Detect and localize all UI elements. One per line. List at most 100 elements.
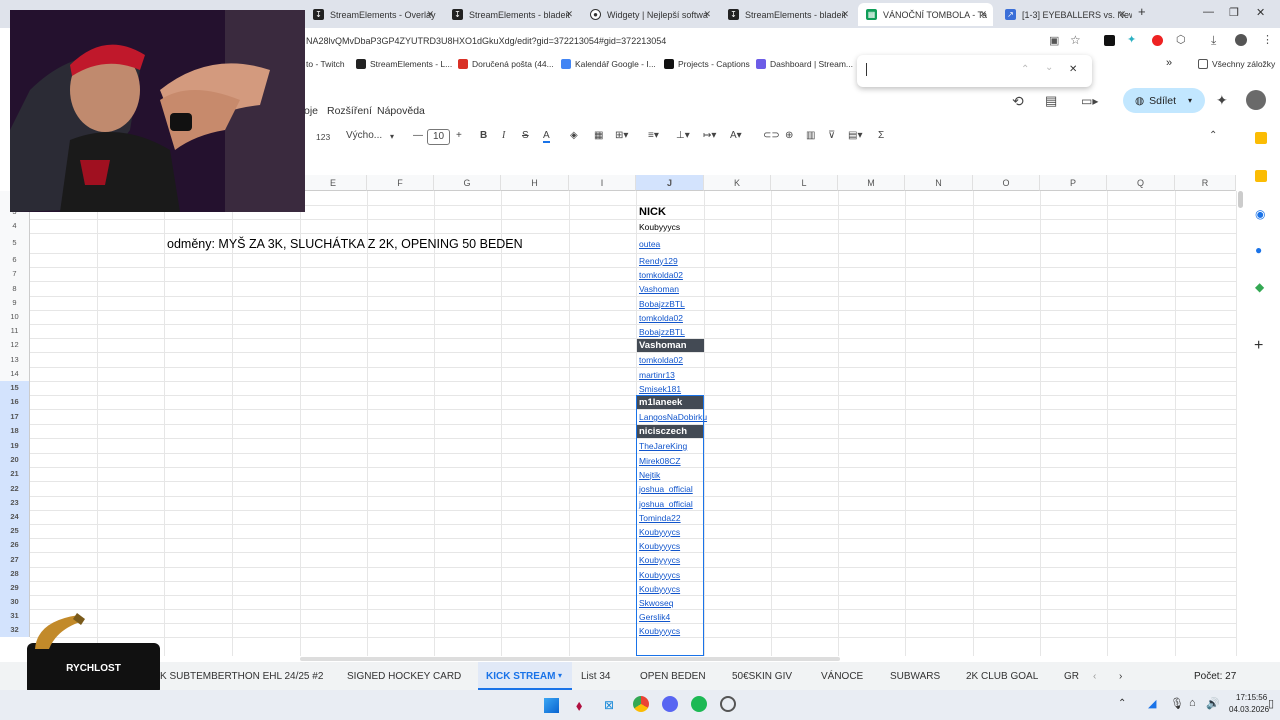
nick-cell[interactable]: TheJareKing [637,439,704,453]
nick-header-cell[interactable]: NICK [639,206,666,218]
sheet-tab[interactable]: VÁNOCE [821,671,863,682]
nick-cell[interactable]: Koubyyycs [637,553,704,567]
sheet-tab[interactable]: SIGNED HOCKEY CARD [347,671,461,682]
nick-cell[interactable]: LangosNaDobirku [637,410,707,424]
sheets-addon-icon[interactable] [1255,132,1267,144]
tasks-icon[interactable]: ◉ [1255,207,1265,221]
nick-cell[interactable]: joshua_official [637,482,704,496]
row-header[interactable]: 31 [0,609,30,623]
start-icon[interactable] [544,698,559,713]
nick-cell[interactable]: Nejtik [637,468,704,481]
row-header[interactable]: 13 [0,352,30,367]
nick-cell[interactable]: joshua_official [637,497,704,510]
count-summary[interactable]: Počet: 27 [1194,671,1236,682]
add-addon-icon[interactable]: + [1254,337,1263,355]
scroll-tabs-right-icon[interactable]: › [1119,671,1122,682]
chevron-down-icon[interactable]: ▾ [558,671,562,680]
discord-icon[interactable] [662,696,678,712]
nick-cell[interactable]: Mirek08CZ [637,454,704,467]
nick-cell[interactable]: Skwoseq [637,596,704,609]
nick-cell[interactable]: outea [637,234,704,253]
network-icon[interactable]: ⌂ [1189,697,1196,709]
nick-cell-highlighted[interactable]: nicisczech [637,425,704,438]
sheet-tab[interactable]: K SUBTEMBERTHON EHL 24/25 #2 [160,671,323,682]
nick-cell[interactable]: Koubyyycs [637,525,704,538]
row-header[interactable]: 28 [0,567,30,581]
row-header[interactable]: 29 [0,581,30,595]
row-header[interactable]: 6 [0,253,30,267]
row-header[interactable]: 27 [0,552,30,567]
row-header[interactable]: 25 [0,524,30,538]
row-header[interactable]: 18 [0,424,30,438]
menu-dots-icon[interactable]: ⋮ [1262,33,1273,46]
row-header[interactable]: 30 [0,595,30,609]
nick-cell[interactable]: tomkolda02 [637,311,704,324]
row-header[interactable]: 8 [0,281,30,296]
row-header[interactable]: 32 [0,623,30,637]
keep-icon[interactable] [1255,170,1267,182]
app-icon[interactable]: ⬧ [576,697,582,714]
spotify-icon[interactable] [691,696,707,712]
sheet-tab[interactable]: GR [1064,671,1079,682]
obs-icon[interactable] [720,696,736,712]
vertical-scrollbar[interactable] [1238,191,1243,208]
nick-cell[interactable]: Koubyyycs [637,539,704,552]
nick-cell[interactable]: Gerslik4 [637,610,704,623]
nick-cell[interactable]: tomkolda02 [637,268,704,281]
row-header[interactable]: 10 [0,310,30,324]
sheet-tab[interactable]: OPEN BEDEN [640,671,706,682]
volume-icon[interactable]: 🔊 [1206,697,1220,710]
row-header[interactable]: 15 [0,381,30,395]
row-header[interactable]: 5 [0,233,30,253]
notifications-icon[interactable]: ▯ [1268,697,1274,710]
nick-cell-highlighted[interactable]: Vashoman [637,339,704,352]
nick-cell[interactable]: BobajzzBTL [637,297,704,310]
row-header[interactable]: 21 [0,467,30,481]
nick-cell-highlighted[interactable]: m1laneek [637,396,704,409]
row-header[interactable]: 20 [0,453,30,467]
microphone-icon[interactable]: 🎙 [1170,697,1184,710]
sheet-tab[interactable]: SUBWARS [890,671,940,682]
sheet-tab[interactable]: List 34 [581,671,610,682]
row-header[interactable]: 26 [0,538,30,552]
nick-cell[interactable]: tomkolda02 [637,353,704,367]
nick-cell[interactable]: Smisek181 [637,382,704,395]
nick-cell[interactable]: Vashoman [637,282,704,296]
row-header[interactable]: 7 [0,267,30,281]
horizontal-scrollbar[interactable] [300,657,840,661]
row-header[interactable]: 4 [0,219,30,233]
row-header[interactable]: 11 [0,324,30,338]
clock-time[interactable]: 17:15:56 [1236,693,1267,702]
nick-cell[interactable]: Koubyyycs [637,568,704,581]
nick-cell[interactable]: Rendy129 [637,254,704,267]
row-header[interactable]: 22 [0,481,30,496]
row-header[interactable]: 12 [0,338,30,352]
clock-date[interactable]: 04.03.2026 [1229,705,1269,714]
app-icon[interactable]: ⊠ [604,698,614,712]
chevron-up-icon[interactable]: ⌃ [1118,698,1126,709]
maps-icon[interactable]: ◆ [1255,280,1264,294]
row-header[interactable]: 23 [0,496,30,510]
nick-cell[interactable]: Koubyyycs [637,220,704,233]
nick-cell[interactable]: BobajzzBTL [637,325,704,338]
row-header[interactable]: 16 [0,395,30,409]
nick-cell[interactable]: Koubyyycs [637,624,704,637]
window-close-icon[interactable]: ✕ [1256,6,1265,19]
contacts-icon[interactable]: ● [1255,243,1262,257]
nick-cell[interactable]: Tominda22 [637,511,704,524]
nick-cell[interactable]: martinr13 [637,368,704,381]
nick-cell[interactable]: Koubyyycs [637,582,704,595]
row-header[interactable]: 17 [0,409,30,424]
row-header[interactable]: 14 [0,367,30,381]
profile-avatar[interactable] [1235,34,1247,46]
prizes-text-cell[interactable]: odměny: MYŠ ZA 3K, SLUCHÁTKA Z 2K, OPENI… [167,237,523,251]
row-header[interactable]: 24 [0,510,30,524]
sheet-tab[interactable]: 50€SKIN GIV [732,671,792,682]
app-tray-icon[interactable]: ◢ [1148,697,1156,710]
chrome-icon[interactable] [633,696,649,712]
row-header[interactable]: 19 [0,438,30,453]
sheet-tab[interactable]: 2K CLUB GOAL [966,671,1038,682]
scroll-tabs-left-icon[interactable]: ‹ [1093,671,1096,682]
account-avatar[interactable] [1246,90,1266,110]
row-header[interactable]: 9 [0,296,30,310]
